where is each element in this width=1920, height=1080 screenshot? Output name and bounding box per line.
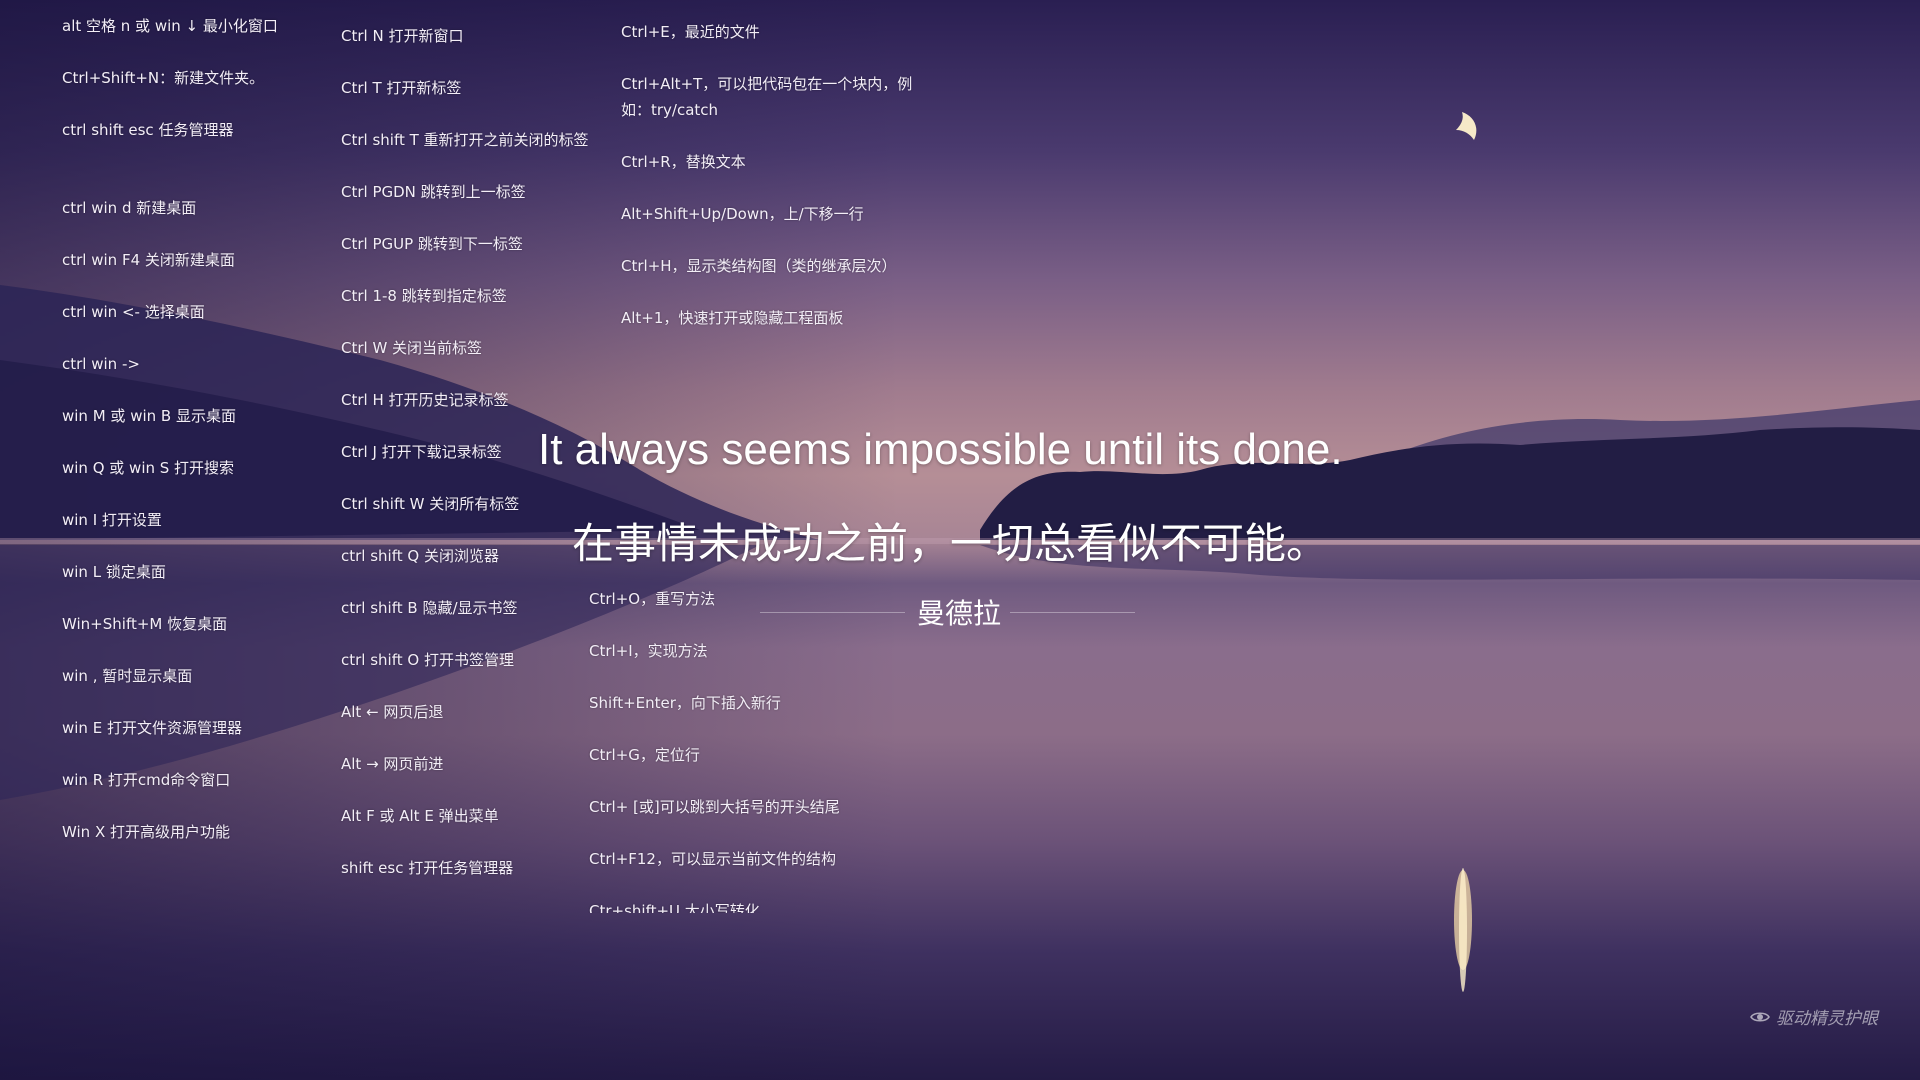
shortcut-item: Ctrl J 打开下载记录标签 <box>341 443 502 461</box>
shortcut-item: Alt+Shift+Up/Down，上/下移一行 <box>621 205 864 223</box>
shortcut-item: Ctr+shift+U 大小写转化 <box>589 902 760 913</box>
shortcut-item: Ctrl W 关闭当前标签 <box>341 339 483 357</box>
shortcut-item: alt 空格 n 或 win ↓ 最小化窗口 <box>62 17 278 35</box>
shortcut-item: Ctrl+E，最近的文件 <box>621 23 760 41</box>
shortcut-item: Ctrl N 打开新窗口 <box>341 27 464 45</box>
shortcut-item: win Q 或 win S 打开搜索 <box>62 459 235 477</box>
shortcut-item: Ctrl+R，替换文本 <box>621 153 746 171</box>
shortcut-item: Alt → 网页前进 <box>341 755 444 773</box>
shortcut-item: Alt ← 网页后退 <box>341 703 444 721</box>
shortcut-item: Win X 打开高级用户功能 <box>62 823 230 841</box>
shortcut-item: ctrl win F4 关闭新建桌面 <box>62 251 235 269</box>
shortcut-item: Ctrl+F12，可以显示当前文件的结构 <box>589 850 836 868</box>
shortcut-item: shift esc 打开任务管理器 <box>341 859 514 877</box>
attribution-divider-left <box>760 612 905 613</box>
shortcut-item: Shift+Enter，向下插入新行 <box>589 694 781 712</box>
shortcut-item: win M 或 win B 显示桌面 <box>62 407 236 425</box>
shortcut-item: Ctrl+O，重写方法 <box>589 590 716 608</box>
shortcut-item: Ctrl 1-8 跳转到指定标签 <box>341 287 507 305</box>
shortcut-item: Win+Shift+M 恢复桌面 <box>62 615 228 633</box>
quote-author: 曼德拉 <box>917 597 1002 630</box>
ide-shortcuts-column-bottom: Ctrl+O，重写方法 Ctrl+I，实现方法 Shift+Enter，向下插入… <box>588 585 988 913</box>
watermark-text: 驱动精灵护眼 <box>1776 1009 1878 1029</box>
shortcut-item: win E 打开文件资源管理器 <box>62 719 242 737</box>
shortcut-item: ctrl win <- 选择桌面 <box>62 303 205 321</box>
shortcut-item: win L 锁定桌面 <box>62 563 166 581</box>
eye-icon <box>1750 1011 1770 1022</box>
shortcut-item: ctrl shift O 打开书签管理 <box>341 651 514 669</box>
shortcut-item: Ctrl shift W 关闭所有标签 <box>341 495 520 513</box>
shortcut-item: ctrl win d 新建桌面 <box>62 199 197 217</box>
shortcut-item: Ctrl+Alt+T，可以把代码包在一个块内，例如：try/catch <box>621 75 913 119</box>
shortcut-item: ctrl shift B 隐藏/显示书签 <box>341 599 518 617</box>
shortcut-item: Ctrl T 打开新标签 <box>341 79 462 97</box>
shortcut-item: win , 暂时显示桌面 <box>62 667 193 685</box>
shortcut-item: win R 打开cmd命令窗口 <box>62 771 231 789</box>
shortcut-item: Ctrl PGUP 跳转到下一标签 <box>341 235 523 253</box>
shortcut-item: ctrl win -> <box>62 355 140 373</box>
shortcut-item: Ctrl+ [或]可以跳到大括号的开头结尾 <box>589 798 840 816</box>
shortcut-item: Ctrl+I，实现方法 <box>589 642 708 660</box>
quote-chinese: 在事情未成功之前，一切总看似不可能。 <box>572 519 1329 568</box>
shortcut-item: Alt F 或 Alt E 弹出菜单 <box>341 807 499 825</box>
shortcut-item: Alt+1，快速打开或隐藏工程面板 <box>621 309 844 327</box>
shortcut-item: Ctrl+Shift+N：新建文件夹。 <box>62 69 265 87</box>
shortcut-item: Ctrl+G，定位行 <box>589 746 700 764</box>
eye-care-watermark: 驱动精灵护眼 <box>1750 1004 1878 1029</box>
shortcut-item: win I 打开设置 <box>62 511 162 529</box>
shortcut-item: Ctrl PGDN 跳转到上一标签 <box>341 183 526 201</box>
shortcut-item: Ctrl shift T 重新打开之前关闭的标签 <box>341 131 589 149</box>
attribution-divider-right <box>1010 612 1135 613</box>
quote-attribution: 曼德拉 <box>760 590 1140 630</box>
quote-english: It always seems impossible until its don… <box>538 425 1343 474</box>
shortcut-item: Ctrl H 打开历史记录标签 <box>341 391 509 409</box>
shortcut-item: ctrl shift Q 关闭浏览器 <box>341 547 499 565</box>
moon <box>1456 112 1477 140</box>
shortcut-item: ctrl shift esc 任务管理器 <box>62 121 234 139</box>
shortcut-item: Ctrl+H，显示类结构图（类的继承层次） <box>621 257 897 275</box>
